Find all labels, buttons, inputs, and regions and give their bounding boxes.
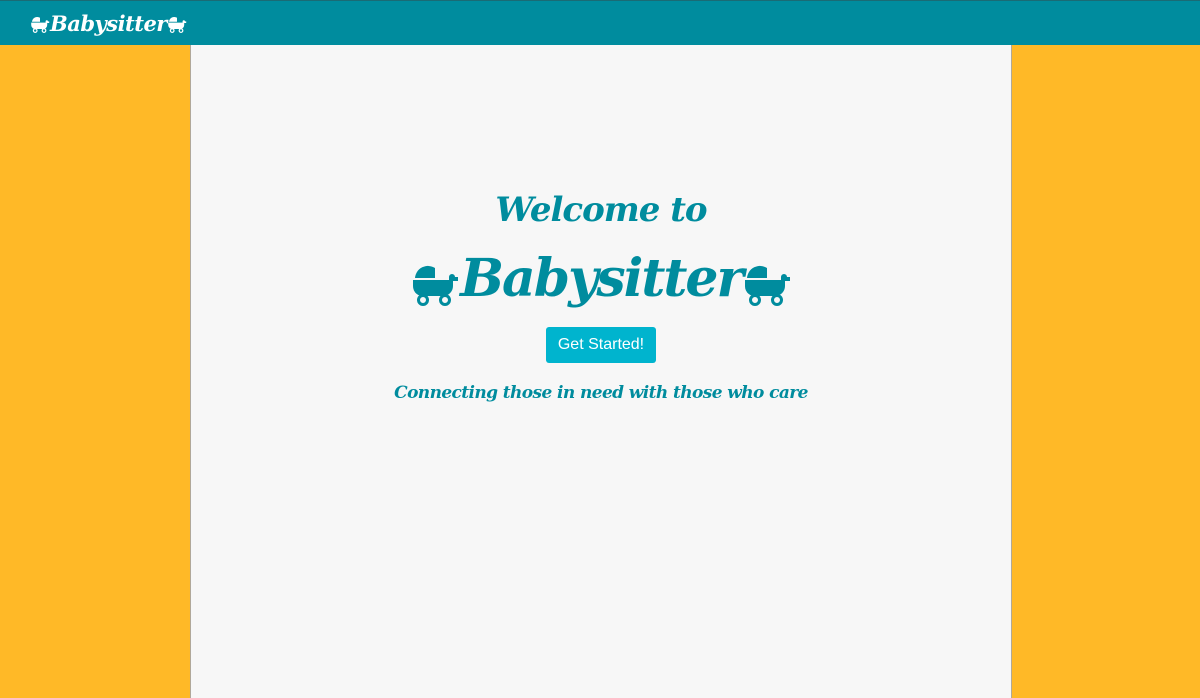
- main-panel: Welcome to Babysitter Get Started! Conne…: [190, 45, 1012, 698]
- hero: Welcome to Babysitter Get Started! Conne…: [191, 185, 1011, 403]
- navbar: Babysitter: [0, 0, 1200, 45]
- welcome-heading: Welcome to: [495, 190, 707, 230]
- hero-brand-label: Babysitter: [460, 247, 744, 309]
- get-started-button[interactable]: Get Started!: [545, 327, 657, 363]
- navbar-brand[interactable]: Babysitter: [30, 11, 187, 36]
- baby-carriage-icon: [742, 256, 792, 306]
- tagline: Connecting those in need with those who …: [394, 383, 808, 403]
- navbar-brand-label: Babysitter: [50, 10, 167, 36]
- baby-carriage-icon: [410, 256, 460, 306]
- baby-carriage-icon: [167, 13, 187, 33]
- hero-brand: Babysitter: [410, 243, 792, 313]
- baby-carriage-icon: [30, 13, 50, 33]
